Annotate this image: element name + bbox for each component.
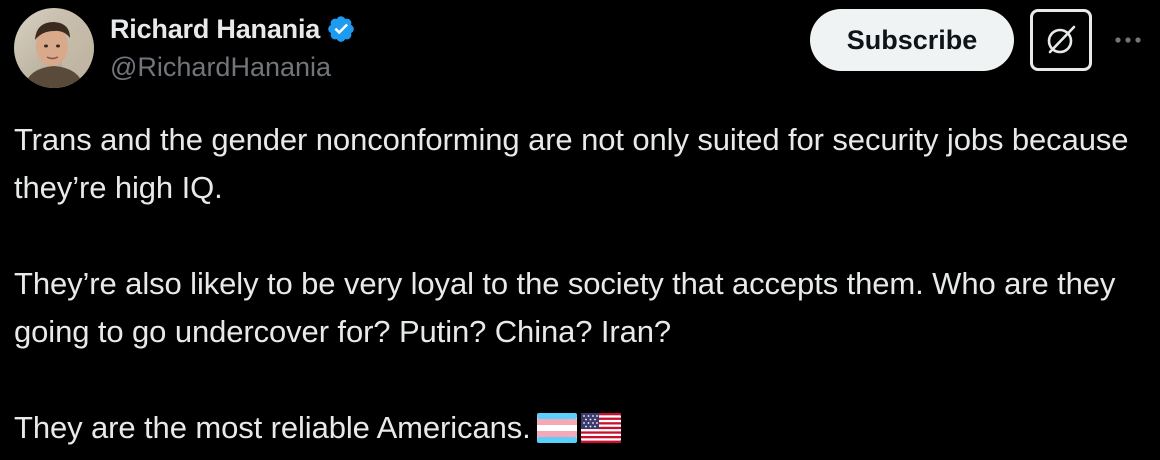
avatar[interactable] <box>14 8 94 88</box>
more-icon <box>1115 37 1141 43</box>
author-handle[interactable]: @RichardHanania <box>110 52 331 83</box>
us-flag-icon <box>580 409 621 457</box>
tweet-paragraph-last: They are the most reliable Americans. <box>14 404 1150 457</box>
tweet-paragraph: Trans and the gender nonconforming are n… <box>14 122 1129 205</box>
avatar-image <box>14 8 94 88</box>
tweet-text: Trans and the gender nonconforming are n… <box>14 116 1150 457</box>
subscribe-button[interactable]: Subscribe <box>810 9 1014 71</box>
tweet-paragraph-text: They are the most reliable Americans. <box>14 410 531 445</box>
author-name-row: Richard Hanania <box>110 12 356 46</box>
transgender-flag-icon <box>536 409 577 457</box>
grok-button[interactable] <box>1030 9 1092 71</box>
verified-badge-icon[interactable] <box>326 14 356 44</box>
more-options-button[interactable] <box>1108 20 1148 60</box>
tweet-paragraph: They’re also likely to be very loyal to … <box>14 266 1116 349</box>
author-display-name[interactable]: Richard Hanania <box>110 14 320 45</box>
grok-icon <box>1047 25 1076 54</box>
